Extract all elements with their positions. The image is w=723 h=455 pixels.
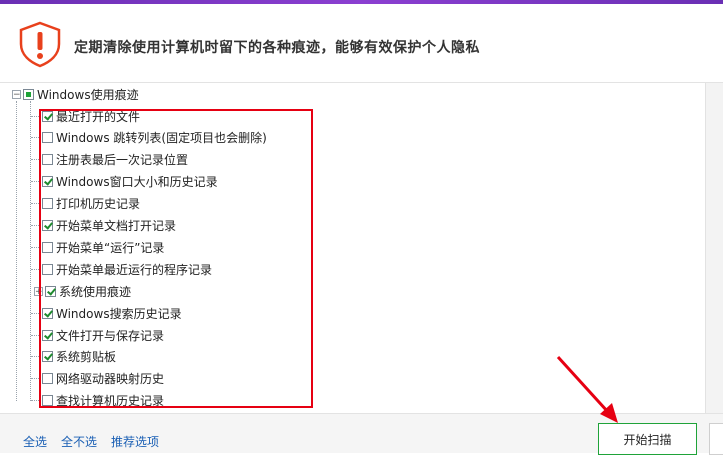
tree-item-label: 注册表最后一次记录位置 xyxy=(56,153,189,168)
tree-item[interactable]: 查找计算机历史记录 xyxy=(31,390,164,412)
tree-item-label: Windows 跳转列表(固定项目也会删除) xyxy=(56,131,267,146)
tree-item[interactable]: Windows 跳转列表(固定项目也会删除) xyxy=(31,127,267,149)
tree-guide-line xyxy=(16,101,17,401)
warning-icon xyxy=(19,21,61,68)
tree-connector xyxy=(31,225,41,226)
tree-item[interactable]: 开始菜单最近运行的程序记录 xyxy=(31,258,212,280)
tree-item[interactable]: 文件打开与保存记录 xyxy=(31,324,164,346)
tree-item[interactable]: Windows搜索历史记录 xyxy=(31,302,182,324)
header-description: 定期清除使用计算机时留下的各种痕迹，能够有效保护个人隐私 xyxy=(74,40,480,56)
info-header: 定期清除使用计算机时留下的各种痕迹，能够有效保护个人隐私 xyxy=(0,4,723,83)
recommended-link[interactable]: 推荐选项 xyxy=(111,433,159,450)
tree-item-label: Windows窗口大小和历史记录 xyxy=(56,175,218,190)
tree-connector xyxy=(31,378,41,380)
item-checkbox[interactable] xyxy=(42,154,53,166)
item-checkbox[interactable] xyxy=(23,88,34,100)
tree-item[interactable]: + 系统使用痕迹 xyxy=(34,280,131,302)
item-checkbox[interactable] xyxy=(42,263,53,275)
tree-item-label: 查找计算机历史记录 xyxy=(56,394,165,409)
tree-item-label: Windows搜索历史记录 xyxy=(56,306,182,321)
tree-root[interactable]: − Windows使用痕迹 xyxy=(12,83,139,105)
item-checkbox[interactable] xyxy=(42,220,53,231)
tree-item-label: 打印机历史记录 xyxy=(56,197,141,212)
item-checkbox[interactable] xyxy=(42,176,53,188)
item-checkbox[interactable] xyxy=(42,132,53,144)
tree-connector xyxy=(31,203,41,205)
start-scan-button[interactable]: 开始扫描 xyxy=(598,423,697,455)
tree-item[interactable]: 最近打开的文件 xyxy=(31,105,140,127)
tree-connector xyxy=(31,159,41,161)
item-checkbox[interactable] xyxy=(42,198,53,210)
cleanup-tree: − Windows使用痕迹最近打开的文件 Windows 跳转列表(固定项目也会删除… xyxy=(0,83,705,413)
item-checkbox[interactable] xyxy=(42,395,53,407)
tree-expander-icon[interactable]: − xyxy=(12,89,21,99)
tree-item-label: 最近打开的文件 xyxy=(56,109,141,124)
tree-item-label: 系统使用痕迹 xyxy=(59,284,132,299)
select-none-link[interactable]: 全不选 xyxy=(61,433,97,450)
tree-connector xyxy=(31,115,41,117)
tree-item[interactable]: 开始菜单文档打开记录 xyxy=(31,215,176,237)
tree-item-label: 系统剪贴板 xyxy=(56,350,117,365)
tree-item-label: 开始菜单文档打开记录 xyxy=(56,219,177,233)
tree-connector xyxy=(31,400,41,402)
tree-item[interactable]: 系统剪贴板 xyxy=(31,346,116,368)
tree-item[interactable]: 开始菜单“运行”记录 xyxy=(31,236,164,258)
next-button[interactable] xyxy=(709,423,723,455)
item-checkbox[interactable] xyxy=(42,373,53,385)
tree-item[interactable]: 网络驱动器映射历史 xyxy=(31,368,164,390)
tree-item-label: 开始菜单最近运行的程序记录 xyxy=(56,262,213,277)
select-all-link[interactable]: 全选 xyxy=(23,433,47,450)
tree-connector xyxy=(31,268,41,270)
tree-item-label: 文件打开与保存记录 xyxy=(56,328,165,343)
tree-item-label: 开始菜单“运行”记录 xyxy=(56,240,165,255)
tree-connector xyxy=(31,312,41,314)
tree-item-label: Windows使用痕迹 xyxy=(37,87,139,102)
tree-connector xyxy=(31,356,41,358)
tree-connector xyxy=(31,181,41,183)
tree-scrollbar[interactable] xyxy=(705,83,723,413)
item-checkbox[interactable] xyxy=(42,307,53,319)
tree-connector xyxy=(31,334,41,336)
tree-item[interactable]: 打印机历史记录 xyxy=(31,193,140,215)
tree-expander-icon[interactable]: + xyxy=(34,286,43,296)
tree-item[interactable]: 注册表最后一次记录位置 xyxy=(31,149,188,171)
tree-connector xyxy=(31,137,41,139)
item-checkbox[interactable] xyxy=(42,241,53,253)
tree-item-label: 网络驱动器映射历史 xyxy=(56,372,165,387)
tree-connector xyxy=(31,246,41,248)
item-checkbox[interactable] xyxy=(42,329,53,341)
item-checkbox[interactable] xyxy=(42,351,53,363)
tree-item[interactable]: Windows窗口大小和历史记录 xyxy=(31,171,218,193)
item-checkbox[interactable] xyxy=(42,110,53,122)
item-checkbox[interactable] xyxy=(45,285,56,297)
